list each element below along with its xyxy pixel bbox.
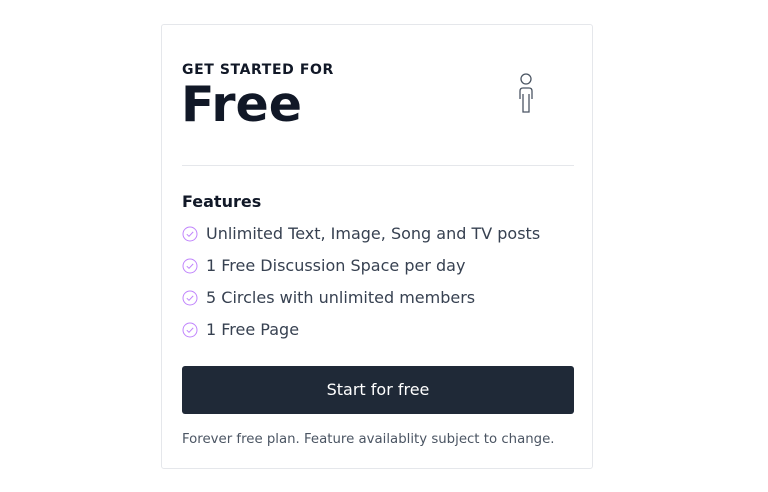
person-icon	[519, 73, 533, 113]
feature-item: 1 Free Discussion Space per day	[182, 255, 540, 287]
feature-label: Unlimited Text, Image, Song and TV posts	[206, 224, 541, 243]
features-title: Features	[182, 192, 262, 211]
pricing-card: GET STARTED FOR Free Features Unlimited …	[161, 24, 593, 469]
check-circle-icon	[182, 258, 198, 274]
feature-label: 1 Free Page	[206, 320, 300, 339]
plan-price: Free	[181, 76, 302, 133]
divider	[182, 165, 574, 166]
feature-item: 5 Circles with unlimited members	[182, 287, 540, 319]
check-circle-icon	[182, 290, 198, 306]
start-for-free-button[interactable]: Start for free	[182, 366, 574, 414]
feature-label: 1 Free Discussion Space per day	[206, 256, 466, 275]
feature-label: 5 Circles with unlimited members	[206, 288, 476, 307]
check-circle-icon	[182, 322, 198, 338]
feature-item: 1 Free Page	[182, 319, 540, 351]
feature-list: Unlimited Text, Image, Song and TV posts…	[182, 223, 540, 351]
feature-item: Unlimited Text, Image, Song and TV posts	[182, 223, 540, 255]
check-circle-icon	[182, 226, 198, 242]
plan-footnote: Forever free plan. Feature availablity s…	[182, 432, 555, 447]
